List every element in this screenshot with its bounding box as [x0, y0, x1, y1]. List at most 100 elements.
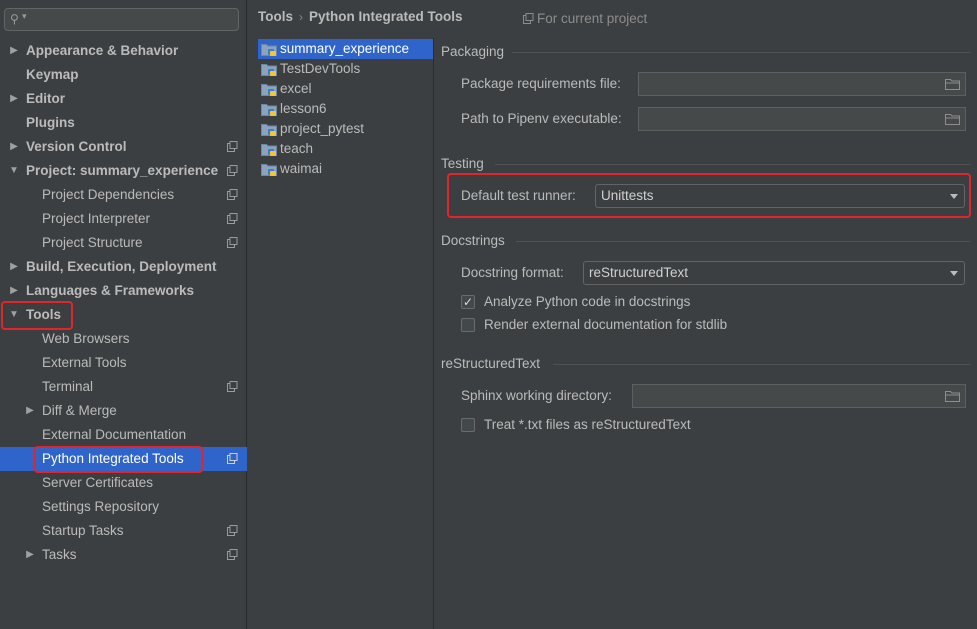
folder-browse-icon[interactable] — [945, 390, 960, 402]
folder-browse-icon[interactable] — [945, 113, 960, 125]
project-scope-icon — [227, 189, 238, 200]
tree-item-plugins[interactable]: Plugins — [0, 111, 247, 135]
project-item-project-pytest[interactable]: project_pytest — [258, 119, 433, 139]
tree-item-label: Startup Tasks — [42, 523, 124, 538]
tree-item-label: Diff & Merge — [42, 403, 117, 418]
tree-item-project-structure[interactable]: Project Structure — [0, 231, 247, 255]
project-item-teach[interactable]: teach — [258, 139, 433, 159]
project-item-testdevtools[interactable]: TestDevTools — [258, 59, 433, 79]
tree-item-label: Build, Execution, Deployment — [26, 259, 217, 274]
tree-item-label: Project Structure — [42, 235, 143, 250]
section-title-docstrings: Docstrings — [441, 233, 505, 248]
tree-item-label: Python Integrated Tools — [42, 451, 184, 466]
tree-item-startup-tasks[interactable]: Startup Tasks — [0, 519, 247, 543]
section-divider — [495, 164, 970, 165]
python-folder-icon — [261, 64, 277, 76]
render-external-docs-checkbox[interactable] — [461, 318, 475, 332]
tree-item-tools[interactable]: ▼ Tools — [0, 303, 247, 327]
tree-item-diff-merge[interactable]: ▶ Diff & Merge — [0, 399, 247, 423]
chevron-down-icon: ▾ — [22, 11, 27, 21]
tree-item-terminal[interactable]: Terminal — [0, 375, 247, 399]
pipenv-path-field[interactable] — [638, 107, 966, 131]
tree-item-project-dependencies[interactable]: Project Dependencies — [0, 183, 247, 207]
tree-item-label: Project Interpreter — [42, 211, 151, 226]
tree-item-editor[interactable]: ▶ Editor — [0, 87, 247, 111]
breadcrumb-separator: › — [299, 10, 303, 24]
expand-arrow-icon[interactable]: ▶ — [8, 135, 20, 159]
project-item-lesson6[interactable]: lesson6 — [258, 99, 433, 119]
expand-arrow-icon[interactable]: ▶ — [24, 399, 36, 423]
python-folder-icon — [261, 144, 277, 156]
tree-item-label: Tasks — [42, 547, 77, 562]
search-icon: ⚲ — [10, 12, 19, 26]
scope-indicator: For current project — [523, 10, 647, 28]
folder-browse-icon[interactable] — [945, 78, 960, 90]
tree-item-label: External Documentation — [42, 427, 187, 442]
tree-item-external-documentation[interactable]: External Documentation — [0, 423, 247, 447]
project-item-waimai[interactable]: waimai — [258, 159, 433, 179]
package-requirements-field[interactable] — [638, 72, 966, 96]
tree-item-label: Server Certificates — [42, 475, 154, 490]
tree-item-project[interactable]: ▼ Project: summary_experience — [0, 159, 247, 183]
dropdown-arrow-icon — [950, 271, 958, 276]
sphinx-directory-field[interactable] — [632, 384, 966, 408]
treat-txt-checkbox-row[interactable]: Treat *.txt files as reStructuredText — [461, 416, 761, 434]
tree-item-settings-repository[interactable]: Settings Repository — [0, 495, 247, 519]
tree-item-version-control[interactable]: ▶ Version Control — [0, 135, 247, 159]
python-folder-icon — [261, 164, 277, 176]
project-scope-icon — [227, 165, 238, 176]
tree-item-external-tools[interactable]: External Tools — [0, 351, 247, 375]
tree-item-tasks[interactable]: ▶ Tasks — [0, 543, 247, 567]
tree-item-label: Settings Repository — [42, 499, 160, 514]
render-external-docs-checkbox-row[interactable]: Render external documentation for stdlib — [461, 316, 781, 334]
breadcrumb-root: Tools — [258, 9, 293, 24]
tree-item-build-execution-deployment[interactable]: ▶ Build, Execution, Deployment — [0, 255, 247, 279]
pipenv-path-label: Path to Pipenv executable: — [461, 111, 622, 126]
section-divider — [516, 241, 970, 242]
section-divider — [553, 364, 970, 365]
tree-item-project-interpreter[interactable]: Project Interpreter — [0, 207, 247, 231]
tree-item-label: Tools — [26, 307, 61, 322]
tree-item-label: External Tools — [42, 355, 127, 370]
tree-item-appearance-behavior[interactable]: ▶ Appearance & Behavior — [0, 39, 247, 63]
scope-label: For current project — [537, 11, 648, 26]
sphinx-directory-label: Sphinx working directory: — [461, 388, 612, 403]
default-test-runner-dropdown[interactable]: Unittests — [595, 184, 965, 208]
project-item-summary-experience[interactable]: summary_experience — [258, 39, 433, 59]
expand-arrow-icon[interactable]: ▶ — [8, 39, 20, 63]
tree-item-server-certificates[interactable]: Server Certificates — [0, 471, 247, 495]
tree-item-python-integrated-tools[interactable]: Python Integrated Tools — [0, 447, 247, 471]
python-folder-icon — [261, 104, 277, 116]
expand-arrow-icon[interactable]: ▶ — [8, 255, 20, 279]
project-scope-icon — [227, 237, 238, 248]
tree-item-label: Version Control — [26, 139, 127, 154]
project-scope-icon — [523, 13, 534, 24]
project-name: teach — [280, 141, 314, 156]
analyze-docstrings-checkbox[interactable]: ✓ — [461, 295, 475, 309]
analyze-docstrings-checkbox-row[interactable]: ✓ Analyze Python code in docstrings — [461, 293, 761, 311]
breadcrumb: Tools › Python Integrated Tools — [258, 8, 463, 26]
tree-item-languages-frameworks[interactable]: ▶ Languages & Frameworks — [0, 279, 247, 303]
treat-txt-checkbox[interactable] — [461, 418, 475, 432]
project-name: TestDevTools — [280, 61, 361, 76]
project-scope-icon — [227, 213, 238, 224]
search-input[interactable]: ⚲ ▾ — [4, 8, 239, 31]
tree-item-label: Editor — [26, 91, 65, 106]
project-list: summary_experience TestDevTools excel le… — [258, 38, 434, 629]
collapse-arrow-icon[interactable]: ▼ — [8, 303, 20, 327]
section-title-testing: Testing — [441, 156, 484, 171]
tree-item-web-browsers[interactable]: Web Browsers — [0, 327, 247, 351]
tree-item-keymap[interactable]: Keymap — [0, 63, 247, 87]
section-title-restructuredtext: reStructuredText — [441, 356, 541, 371]
collapse-arrow-icon[interactable]: ▼ — [8, 159, 20, 183]
expand-arrow-icon[interactable]: ▶ — [24, 543, 36, 567]
default-test-runner-value: Unittests — [601, 188, 654, 203]
expand-arrow-icon[interactable]: ▶ — [8, 87, 20, 111]
expand-arrow-icon[interactable]: ▶ — [8, 279, 20, 303]
project-name: excel — [280, 81, 312, 96]
render-external-docs-label: Render external documentation for stdlib — [484, 317, 728, 332]
docstring-format-dropdown[interactable]: reStructuredText — [583, 261, 965, 285]
checkmark-icon: ✓ — [463, 295, 474, 309]
project-item-excel[interactable]: excel — [258, 79, 433, 99]
project-scope-icon — [227, 381, 238, 392]
